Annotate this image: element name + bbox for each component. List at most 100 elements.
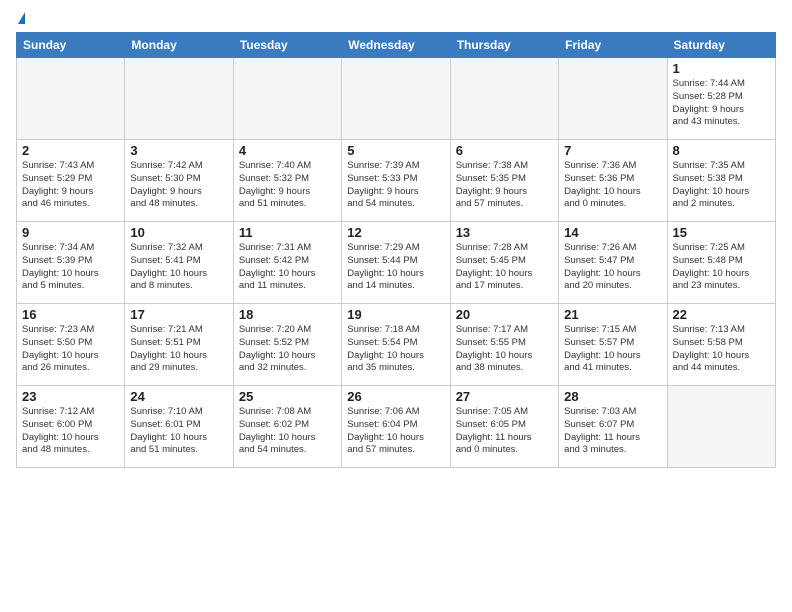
calendar-week-row: 16 Sunrise: 7:23 AM Sunset: 5:50 PM Dayli… bbox=[17, 304, 776, 386]
day-number: 3 bbox=[130, 143, 227, 158]
calendar-cell: 1 Sunrise: 7:44 AM Sunset: 5:28 PM Daylig… bbox=[667, 58, 775, 140]
day-info: Sunrise: 7:36 AM Sunset: 5:36 PM Dayligh… bbox=[564, 160, 661, 211]
calendar-cell: 7 Sunrise: 7:36 AM Sunset: 5:36 PM Daylig… bbox=[559, 140, 667, 222]
weekday-header-wednesday: Wednesday bbox=[342, 33, 450, 58]
day-number: 24 bbox=[130, 389, 227, 404]
day-info: Sunrise: 7:43 AM Sunset: 5:29 PM Dayligh… bbox=[22, 160, 119, 211]
day-info: Sunrise: 7:26 AM Sunset: 5:47 PM Dayligh… bbox=[564, 242, 661, 293]
calendar-cell bbox=[667, 386, 775, 468]
day-info: Sunrise: 7:25 AM Sunset: 5:48 PM Dayligh… bbox=[673, 242, 770, 293]
calendar-table: SundayMondayTuesdayWednesdayThursdayFrid… bbox=[16, 32, 776, 468]
day-info: Sunrise: 7:12 AM Sunset: 6:00 PM Dayligh… bbox=[22, 406, 119, 457]
day-number: 5 bbox=[347, 143, 444, 158]
day-info: Sunrise: 7:39 AM Sunset: 5:33 PM Dayligh… bbox=[347, 160, 444, 211]
day-number: 18 bbox=[239, 307, 336, 322]
calendar-cell bbox=[450, 58, 558, 140]
day-number: 11 bbox=[239, 225, 336, 240]
day-info: Sunrise: 7:21 AM Sunset: 5:51 PM Dayligh… bbox=[130, 324, 227, 375]
day-info: Sunrise: 7:08 AM Sunset: 6:02 PM Dayligh… bbox=[239, 406, 336, 457]
calendar-cell: 26Sunrise: 7:06 AM Sunset: 6:04 PM Dayli… bbox=[342, 386, 450, 468]
day-number: 20 bbox=[456, 307, 553, 322]
calendar-week-row: 23 Sunrise: 7:12 AM Sunset: 6:00 PM Dayli… bbox=[17, 386, 776, 468]
weekday-header-tuesday: Tuesday bbox=[233, 33, 341, 58]
day-number: 7 bbox=[564, 143, 661, 158]
calendar-cell: 11 Sunrise: 7:31 AM Sunset: 5:42 PM Dayli… bbox=[233, 222, 341, 304]
calendar-cell: 3 Sunrise: 7:42 AM Sunset: 5:30 PM Daylig… bbox=[125, 140, 233, 222]
calendar-cell: 19 Sunrise: 7:18 AM Sunset: 5:54 PM Dayli… bbox=[342, 304, 450, 386]
day-number: 12 bbox=[347, 225, 444, 240]
day-info: Sunrise: 7:18 AM Sunset: 5:54 PM Dayligh… bbox=[347, 324, 444, 375]
day-info: Sunrise: 7:23 AM Sunset: 5:50 PM Dayligh… bbox=[22, 324, 119, 375]
calendar-cell: 6 Sunrise: 7:38 AM Sunset: 5:35 PM Daylig… bbox=[450, 140, 558, 222]
calendar-cell: 8 Sunrise: 7:35 AM Sunset: 5:38 PM Daylig… bbox=[667, 140, 775, 222]
calendar-cell: 15 Sunrise: 7:25 AM Sunset: 5:48 PM Dayli… bbox=[667, 222, 775, 304]
day-info: Sunrise: 7:34 AM Sunset: 5:39 PM Dayligh… bbox=[22, 242, 119, 293]
calendar-cell: 5 Sunrise: 7:39 AM Sunset: 5:33 PM Daylig… bbox=[342, 140, 450, 222]
weekday-header-friday: Friday bbox=[559, 33, 667, 58]
calendar-cell: 16 Sunrise: 7:23 AM Sunset: 5:50 PM Dayli… bbox=[17, 304, 125, 386]
calendar-cell bbox=[125, 58, 233, 140]
day-number: 28 bbox=[564, 389, 661, 404]
logo bbox=[16, 12, 25, 24]
calendar-week-row: 1 Sunrise: 7:44 AM Sunset: 5:28 PM Daylig… bbox=[17, 58, 776, 140]
day-info: Sunrise: 7:38 AM Sunset: 5:35 PM Dayligh… bbox=[456, 160, 553, 211]
calendar-cell bbox=[559, 58, 667, 140]
day-number: 8 bbox=[673, 143, 770, 158]
calendar-week-row: 9 Sunrise: 7:34 AM Sunset: 5:39 PM Daylig… bbox=[17, 222, 776, 304]
calendar-cell: 14 Sunrise: 7:26 AM Sunset: 5:47 PM Dayli… bbox=[559, 222, 667, 304]
day-info: Sunrise: 7:44 AM Sunset: 5:28 PM Dayligh… bbox=[673, 78, 770, 129]
day-info: Sunrise: 7:31 AM Sunset: 5:42 PM Dayligh… bbox=[239, 242, 336, 293]
weekday-header-saturday: Saturday bbox=[667, 33, 775, 58]
calendar-cell: 24 Sunrise: 7:10 AM Sunset: 6:01 PM Dayli… bbox=[125, 386, 233, 468]
calendar-cell: 10 Sunrise: 7:32 AM Sunset: 5:41 PM Dayli… bbox=[125, 222, 233, 304]
calendar-cell: 22 Sunrise: 7:13 AM Sunset: 5:58 PM Dayli… bbox=[667, 304, 775, 386]
day-number: 22 bbox=[673, 307, 770, 322]
calendar-cell: 18 Sunrise: 7:20 AM Sunset: 5:52 PM Dayli… bbox=[233, 304, 341, 386]
page: SundayMondayTuesdayWednesdayThursdayFrid… bbox=[0, 0, 792, 612]
day-info: Sunrise: 7:06 AM Sunset: 6:04 PM Dayligh… bbox=[347, 406, 444, 457]
day-info: Sunrise: 7:05 AM Sunset: 6:05 PM Dayligh… bbox=[456, 406, 553, 457]
logo-triangle-icon bbox=[18, 12, 25, 24]
header bbox=[16, 12, 776, 24]
day-info: Sunrise: 7:32 AM Sunset: 5:41 PM Dayligh… bbox=[130, 242, 227, 293]
day-number: 6 bbox=[456, 143, 553, 158]
day-number: 17 bbox=[130, 307, 227, 322]
day-info: Sunrise: 7:15 AM Sunset: 5:57 PM Dayligh… bbox=[564, 324, 661, 375]
day-info: Sunrise: 7:17 AM Sunset: 5:55 PM Dayligh… bbox=[456, 324, 553, 375]
day-info: Sunrise: 7:40 AM Sunset: 5:32 PM Dayligh… bbox=[239, 160, 336, 211]
calendar-cell: 12 Sunrise: 7:29 AM Sunset: 5:44 PM Dayli… bbox=[342, 222, 450, 304]
weekday-header-thursday: Thursday bbox=[450, 33, 558, 58]
calendar-cell: 9 Sunrise: 7:34 AM Sunset: 5:39 PM Daylig… bbox=[17, 222, 125, 304]
calendar-body: 1 Sunrise: 7:44 AM Sunset: 5:28 PM Daylig… bbox=[17, 58, 776, 468]
day-number: 25 bbox=[239, 389, 336, 404]
day-number: 19 bbox=[347, 307, 444, 322]
day-info: Sunrise: 7:03 AM Sunset: 6:07 PM Dayligh… bbox=[564, 406, 661, 457]
day-number: 9 bbox=[22, 225, 119, 240]
calendar-cell: 25 Sunrise: 7:08 AM Sunset: 6:02 PM Dayli… bbox=[233, 386, 341, 468]
day-number: 15 bbox=[673, 225, 770, 240]
day-number: 14 bbox=[564, 225, 661, 240]
day-number: 13 bbox=[456, 225, 553, 240]
calendar-cell: 27 Sunrise: 7:05 AM Sunset: 6:05 PM Dayli… bbox=[450, 386, 558, 468]
day-number: 27 bbox=[456, 389, 553, 404]
day-number: 1 bbox=[673, 61, 770, 76]
weekday-header-monday: Monday bbox=[125, 33, 233, 58]
calendar-cell: 28 Sunrise: 7:03 AM Sunset: 6:07 PM Dayli… bbox=[559, 386, 667, 468]
day-info: Sunrise: 7:13 AM Sunset: 5:58 PM Dayligh… bbox=[673, 324, 770, 375]
day-info: Sunrise: 7:28 AM Sunset: 5:45 PM Dayligh… bbox=[456, 242, 553, 293]
calendar-header-row: SundayMondayTuesdayWednesdayThursdayFrid… bbox=[17, 33, 776, 58]
day-number: 4 bbox=[239, 143, 336, 158]
day-info: Sunrise: 7:10 AM Sunset: 6:01 PM Dayligh… bbox=[130, 406, 227, 457]
calendar-cell: 20 Sunrise: 7:17 AM Sunset: 5:55 PM Dayli… bbox=[450, 304, 558, 386]
weekday-header-sunday: Sunday bbox=[17, 33, 125, 58]
calendar-week-row: 2 Sunrise: 7:43 AM Sunset: 5:29 PM Daylig… bbox=[17, 140, 776, 222]
day-info: Sunrise: 7:42 AM Sunset: 5:30 PM Dayligh… bbox=[130, 160, 227, 211]
day-number: 23 bbox=[22, 389, 119, 404]
day-number: 16 bbox=[22, 307, 119, 322]
day-info: Sunrise: 7:29 AM Sunset: 5:44 PM Dayligh… bbox=[347, 242, 444, 293]
calendar-cell: 2 Sunrise: 7:43 AM Sunset: 5:29 PM Daylig… bbox=[17, 140, 125, 222]
day-number: 2 bbox=[22, 143, 119, 158]
day-number: 10 bbox=[130, 225, 227, 240]
day-info: Sunrise: 7:35 AM Sunset: 5:38 PM Dayligh… bbox=[673, 160, 770, 211]
day-info: Sunrise: 7:20 AM Sunset: 5:52 PM Dayligh… bbox=[239, 324, 336, 375]
